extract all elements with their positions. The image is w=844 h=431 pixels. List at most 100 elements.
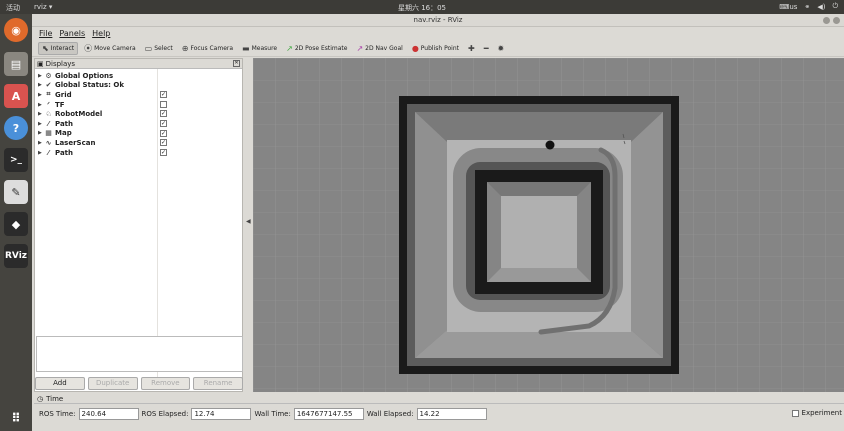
display-item-label: Path xyxy=(55,119,73,128)
map-ramp-left xyxy=(415,112,447,358)
tool-publish-point[interactable]: ● Publish Point xyxy=(409,42,462,55)
display-item-robotmodel[interactable]: ▶ ♘ RobotModel ✓ xyxy=(35,109,242,119)
plus-icon: ✚ xyxy=(468,43,475,53)
help-icon[interactable]: ? xyxy=(4,116,28,140)
wall-time-label: Wall Time: xyxy=(254,410,291,418)
panel-splitter[interactable]: ◀ xyxy=(244,58,253,392)
display-item-label: Path xyxy=(55,148,73,157)
keyboard-layout: us xyxy=(789,2,798,11)
terminal-icon[interactable]: >_ xyxy=(4,148,28,172)
tool-select[interactable]: ▭ Select xyxy=(142,42,176,55)
display-item-label: RobotModel xyxy=(55,110,103,119)
tool-bar: ⬉ Interact ⦿ Move Camera ▭ Select ⊕ Focus Ca… xyxy=(32,40,844,57)
tool-2d-nav-goal[interactable]: ↗ 2D Nav Goal xyxy=(353,42,405,55)
apps-grid-icon[interactable]: ⠿ xyxy=(4,406,28,430)
displays-title: Displays xyxy=(45,59,76,68)
display-item-global-options[interactable]: ▶ ⚙ Global Options xyxy=(35,71,242,81)
tool-options-button[interactable]: ✹ xyxy=(495,42,508,55)
ubuntu-logo-icon[interactable]: ◉ xyxy=(4,18,28,42)
camera-icon: ⦿ xyxy=(84,43,93,53)
time-panel-title: Time xyxy=(46,394,64,403)
rename-button[interactable]: Rename xyxy=(193,377,243,390)
clock[interactable]: 星期六 16：05 xyxy=(0,3,844,13)
remove-tool-button[interactable]: ━ xyxy=(481,42,492,55)
network-icon[interactable]: ⚭ xyxy=(804,3,810,11)
displays-buttons: Add Duplicate Remove Rename xyxy=(35,377,243,390)
pose-arrow-icon: ↗ xyxy=(286,43,293,53)
experimental-checkbox[interactable] xyxy=(791,409,799,417)
wall-time-field[interactable]: 1647677147.55 xyxy=(293,408,364,420)
display-item-path-2[interactable]: ▶ ⁄ Path ✓ xyxy=(35,148,242,158)
close-icon[interactable]: ✕ xyxy=(233,60,240,67)
path-icon: ⁄ xyxy=(47,119,50,128)
display-item-path[interactable]: ▶ ⁄ Path ✓ xyxy=(35,119,242,129)
power-icon[interactable]: ⏻ xyxy=(832,2,838,11)
wall-elapsed-field[interactable]: 14.22 xyxy=(416,408,487,420)
monitor-icon: ▣ xyxy=(37,59,44,68)
tf-checkbox[interactable] xyxy=(160,100,167,108)
display-description xyxy=(36,336,243,372)
layers-icon[interactable]: ◆ xyxy=(4,212,28,236)
duplicate-button[interactable]: Duplicate xyxy=(87,377,138,390)
system-tray[interactable]: ⌨us ⚭ ◀) ⏻ xyxy=(779,2,838,11)
window-titlebar[interactable]: nav.rviz - RViz xyxy=(32,14,844,27)
menu-help[interactable]: Help xyxy=(92,29,110,38)
text-editor-icon[interactable]: ✎ xyxy=(4,180,28,204)
software-center-icon[interactable]: A xyxy=(4,84,28,108)
menu-file[interactable]: File xyxy=(39,29,52,38)
grid-checkbox[interactable]: ✓ xyxy=(160,91,167,99)
add-button[interactable]: Add xyxy=(35,377,85,390)
ros-time-field[interactable]: 240.64 xyxy=(78,408,139,420)
display-item-label: Global Options xyxy=(55,71,114,80)
tool-interact[interactable]: ⬉ Interact xyxy=(38,41,79,55)
path-2-checkbox[interactable]: ✓ xyxy=(160,148,167,156)
display-item-grid[interactable]: ▶ ⌗ Grid ✓ xyxy=(35,90,242,100)
keyboard-icon[interactable]: ⌨us xyxy=(779,3,797,11)
tool-focus-camera[interactable]: ⊕ Focus Camera xyxy=(179,42,236,55)
display-item-label: TF xyxy=(55,100,65,109)
ros-elapsed-field[interactable]: 12.74 xyxy=(191,408,252,420)
map-icon: ▦ xyxy=(45,129,52,138)
robotmodel-checkbox[interactable]: ✓ xyxy=(160,110,167,118)
display-item-label: LaserScan xyxy=(55,138,96,147)
display-item-laserscan[interactable]: ▶ ∿ LaserScan ✓ xyxy=(35,138,242,148)
display-item-map[interactable]: ▶ ▦ Map ✓ xyxy=(35,129,242,139)
tool-2d-pose-estimate[interactable]: ↗ 2D Pose Estimate xyxy=(283,42,350,55)
laser-icon: ∿ xyxy=(45,138,52,147)
grid-icon: ⌗ xyxy=(46,90,51,99)
menu-bar: File Panels Help xyxy=(32,27,844,40)
display-item-label: Map xyxy=(55,129,72,138)
map-inner-ramp-bottom xyxy=(487,268,591,282)
nav-goal-arrow-icon: ↗ xyxy=(356,43,364,53)
laserscan-checkbox[interactable]: ✓ xyxy=(160,139,167,147)
tool-label: 2D Nav Goal xyxy=(365,44,403,52)
window-title: nav.rviz - RViz xyxy=(413,16,463,24)
files-icon[interactable]: ▤ xyxy=(4,52,28,76)
map-checkbox[interactable]: ✓ xyxy=(160,129,167,137)
path-checkbox[interactable]: ✓ xyxy=(160,119,167,127)
maximize-icon[interactable] xyxy=(833,17,840,24)
volume-icon[interactable]: ◀) xyxy=(817,3,825,11)
wall-elapsed-label: Wall Elapsed: xyxy=(366,410,414,418)
experimental-toggle[interactable]: Experiment xyxy=(791,409,842,417)
experimental-label: Experiment xyxy=(801,409,842,417)
remove-button[interactable]: Remove xyxy=(140,377,191,390)
point-pin-icon: ● xyxy=(411,43,419,53)
display-item-global-status[interactable]: ▶ ✔ Global Status: Ok xyxy=(35,81,242,91)
ros-time-label: ROS Time: xyxy=(39,410,76,418)
map-canvas[interactable] xyxy=(253,58,844,392)
time-panel-header: ◷ Time xyxy=(34,394,844,404)
collapse-left-icon[interactable]: ◀ xyxy=(246,218,251,225)
top-panel: 活动 rviz ▾ 星期六 16：05 ⌨us ⚭ ◀) ⏻ xyxy=(0,0,844,14)
add-tool-button[interactable]: ✚ xyxy=(465,42,478,55)
minimize-icon[interactable] xyxy=(823,17,830,24)
tool-label: Interact xyxy=(50,44,75,52)
settings-icon: ✹ xyxy=(497,43,505,53)
menu-panels[interactable]: Panels xyxy=(59,29,85,38)
tool-move-camera[interactable]: ⦿ Move Camera xyxy=(81,42,139,55)
display-item-tf[interactable]: ▶ ᐟ TF xyxy=(35,100,242,110)
tool-measure[interactable]: ▬ Measure xyxy=(239,42,280,55)
rviz-icon[interactable]: RViz xyxy=(4,244,28,268)
ros-elapsed-label: ROS Elapsed: xyxy=(141,410,189,418)
render-viewport[interactable] xyxy=(253,58,844,392)
